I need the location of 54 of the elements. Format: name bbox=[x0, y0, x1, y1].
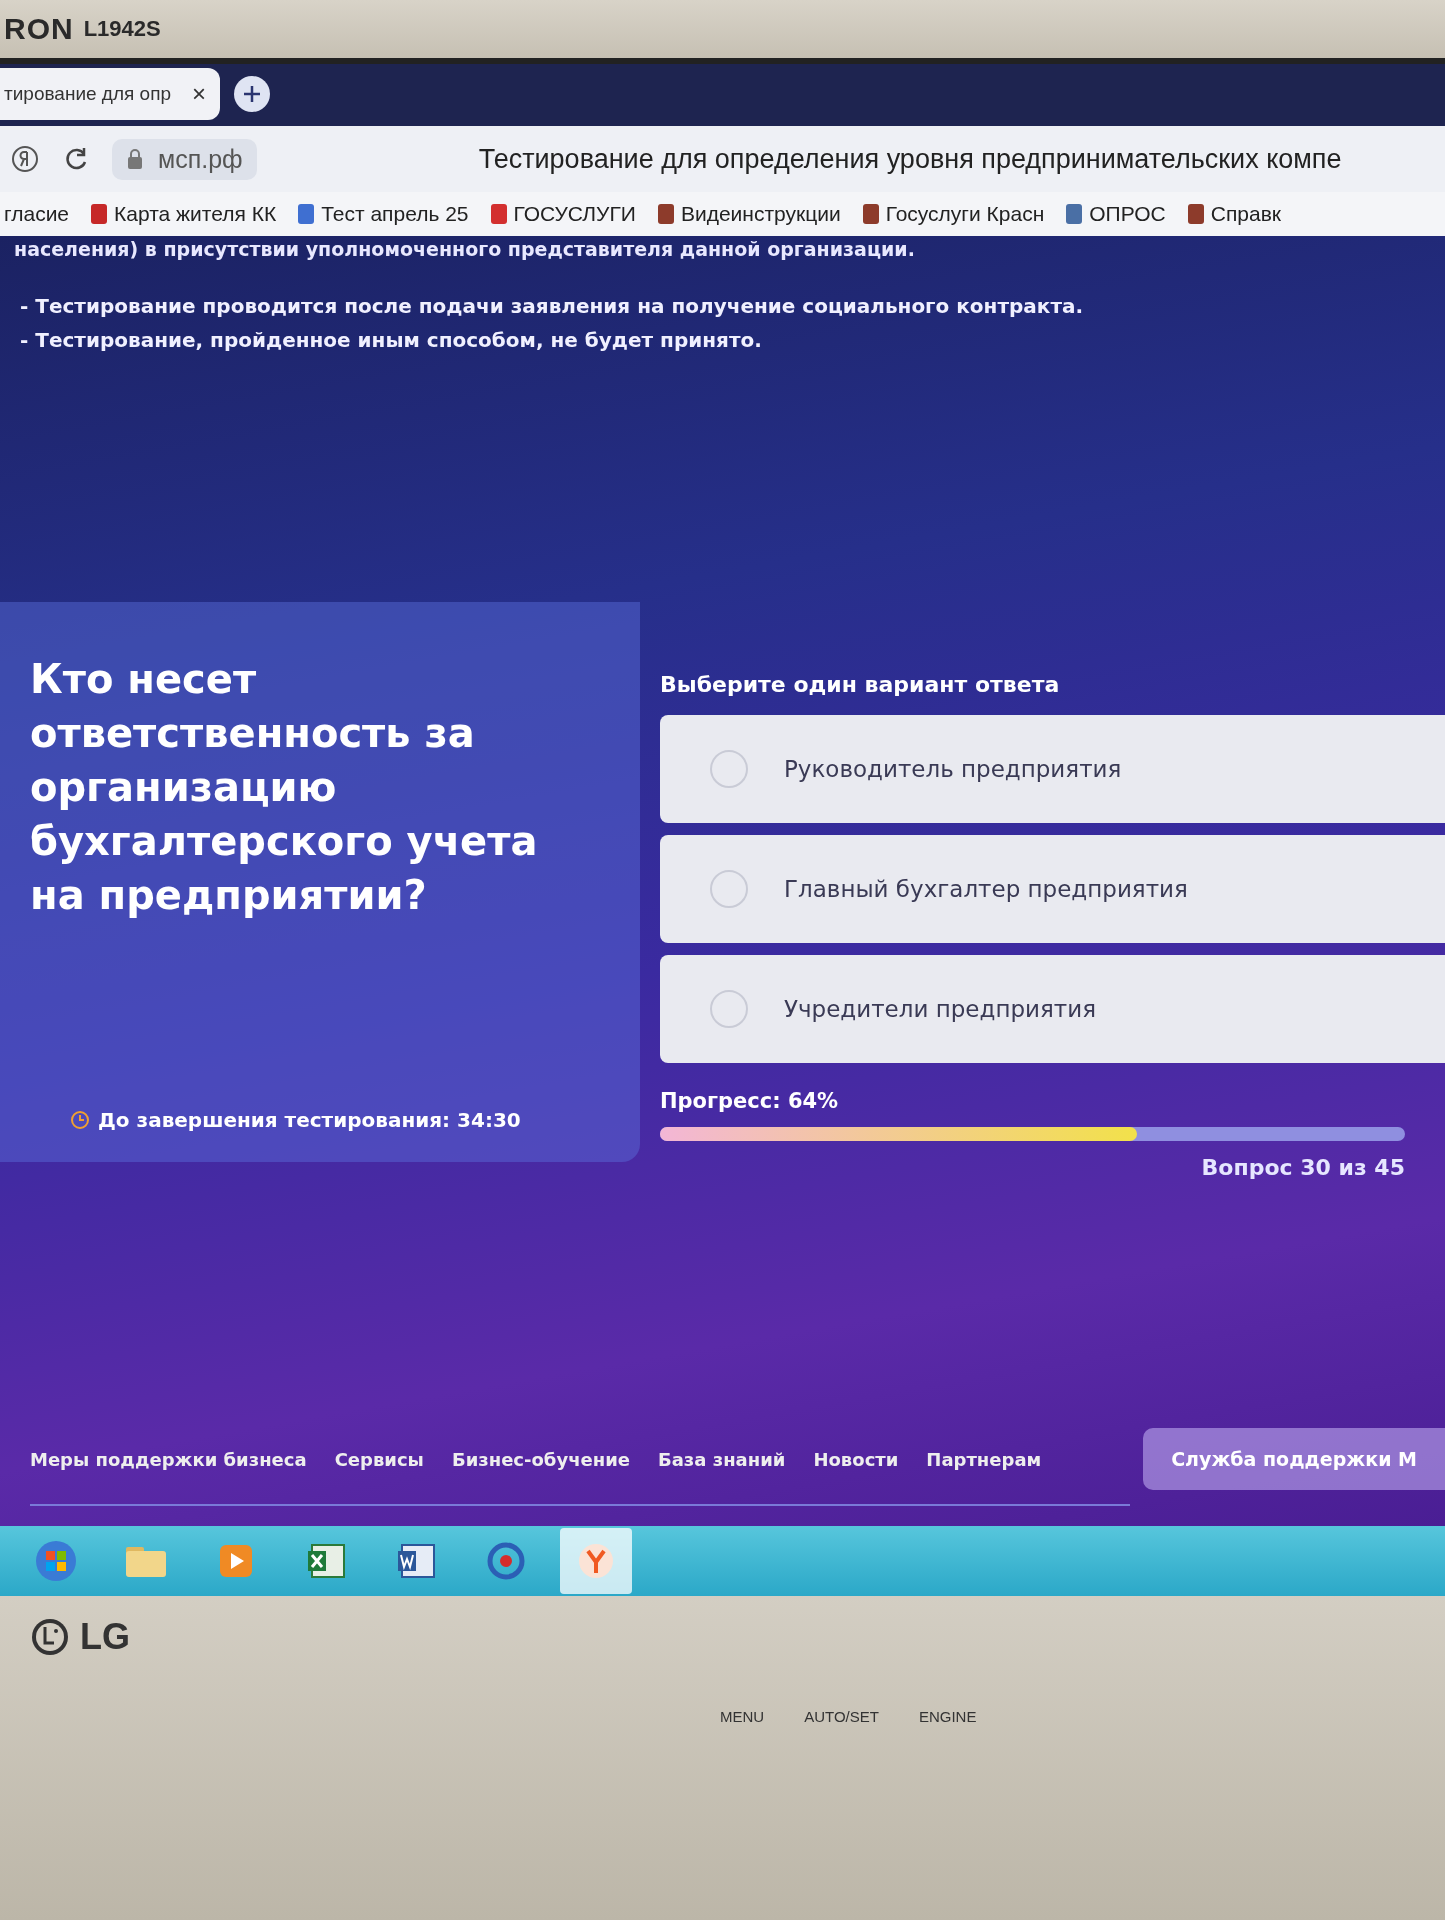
document-icon bbox=[396, 1543, 436, 1579]
url-field[interactable]: мсп.рф bbox=[112, 138, 257, 180]
bookmark-link[interactable]: ОПРОС bbox=[1066, 202, 1166, 226]
bookmark-link[interactable]: гласие bbox=[4, 202, 70, 226]
answer-option[interactable]: Учредители предприятия bbox=[660, 955, 1445, 1063]
radio-button[interactable] bbox=[710, 750, 748, 788]
monitor-brand: RON bbox=[4, 12, 74, 46]
bookmark-link[interactable]: Справк bbox=[1187, 202, 1281, 226]
footer-link[interactable]: Меры поддержки бизнеса bbox=[30, 1448, 307, 1470]
monitor-logo: LG bbox=[80, 1616, 130, 1658]
support-button[interactable]: Служба поддержки М bbox=[1143, 1428, 1445, 1490]
bookmark-link[interactable]: Госуслуги Красн bbox=[862, 202, 1045, 226]
close-tab-button[interactable]: × bbox=[192, 80, 206, 108]
footer-link[interactable]: Сервисы bbox=[334, 1448, 424, 1470]
answer-option[interactable]: Руководитель предприятия bbox=[660, 715, 1445, 823]
progress-label: Прогресс: 64% bbox=[660, 1089, 840, 1113]
spreadsheet-icon bbox=[306, 1543, 346, 1579]
question-counter: Вопрос 30 из 45 bbox=[1201, 1155, 1405, 1180]
answer-option[interactable]: Главный бухгалтер предприятия bbox=[660, 835, 1445, 943]
bookmark-link[interactable]: Тест апрель 25 bbox=[298, 202, 469, 226]
bookmark-link[interactable]: Карта жителя КК bbox=[91, 202, 277, 226]
page-title: Тестирование для определения уровня предпринимательских компе bbox=[478, 143, 1342, 175]
monitor-model: L1942S bbox=[83, 16, 161, 42]
footer-link[interactable]: База знаний bbox=[658, 1448, 786, 1470]
lock-icon bbox=[126, 148, 144, 170]
taskbar-button[interactable] bbox=[560, 1528, 632, 1594]
radio-button[interactable] bbox=[710, 870, 748, 908]
monitor-button[interactable]: MENU bbox=[720, 1708, 765, 1725]
browser-logo-button[interactable] bbox=[10, 144, 40, 174]
footer-link[interactable]: Новости bbox=[813, 1448, 899, 1470]
browser-icon bbox=[577, 1542, 615, 1580]
radio-button[interactable] bbox=[710, 990, 748, 1028]
bookmark-link[interactable]: ГОСУСЛУГИ bbox=[490, 202, 636, 226]
rule-text: - Тестирование проводится после подачи заявления на получение социального контракта. bbox=[20, 294, 1085, 318]
play-icon bbox=[218, 1543, 254, 1579]
timer-text: До завершения тестирования: 34:30 bbox=[98, 1108, 521, 1132]
new-tab-button[interactable] bbox=[234, 76, 270, 112]
bookmark-link[interactable]: Видеинструкции bbox=[657, 202, 841, 226]
rule-text: - Тестирование, пройденное иным способом, не будет принято. bbox=[20, 328, 763, 352]
start-orb-icon bbox=[34, 1539, 78, 1583]
browser-logo-icon bbox=[10, 144, 40, 174]
target-icon bbox=[487, 1542, 525, 1580]
notice-text: населения) в присутствии уполномоченного представителя данной организации. bbox=[13, 237, 916, 260]
instruction-text: Выберите один вариант ответа bbox=[660, 672, 1061, 697]
monitor-button[interactable]: AUTO/SET bbox=[804, 1708, 879, 1725]
footer-link[interactable]: Бизнес-обучение bbox=[451, 1448, 630, 1470]
logo-icon bbox=[30, 1617, 70, 1657]
tab-title: тирование для опр bbox=[4, 83, 171, 105]
plus-icon bbox=[242, 84, 262, 104]
question-text: Кто несет ответственность за организацию бухгалтерского учета на предприятии? bbox=[30, 655, 539, 920]
browser-tab[interactable]: тирование для опр × bbox=[0, 68, 220, 120]
clock-icon bbox=[70, 1110, 90, 1130]
monitor-button[interactable]: ENGINE bbox=[918, 1708, 977, 1725]
footer-link[interactable]: Партнерам bbox=[926, 1448, 1042, 1470]
